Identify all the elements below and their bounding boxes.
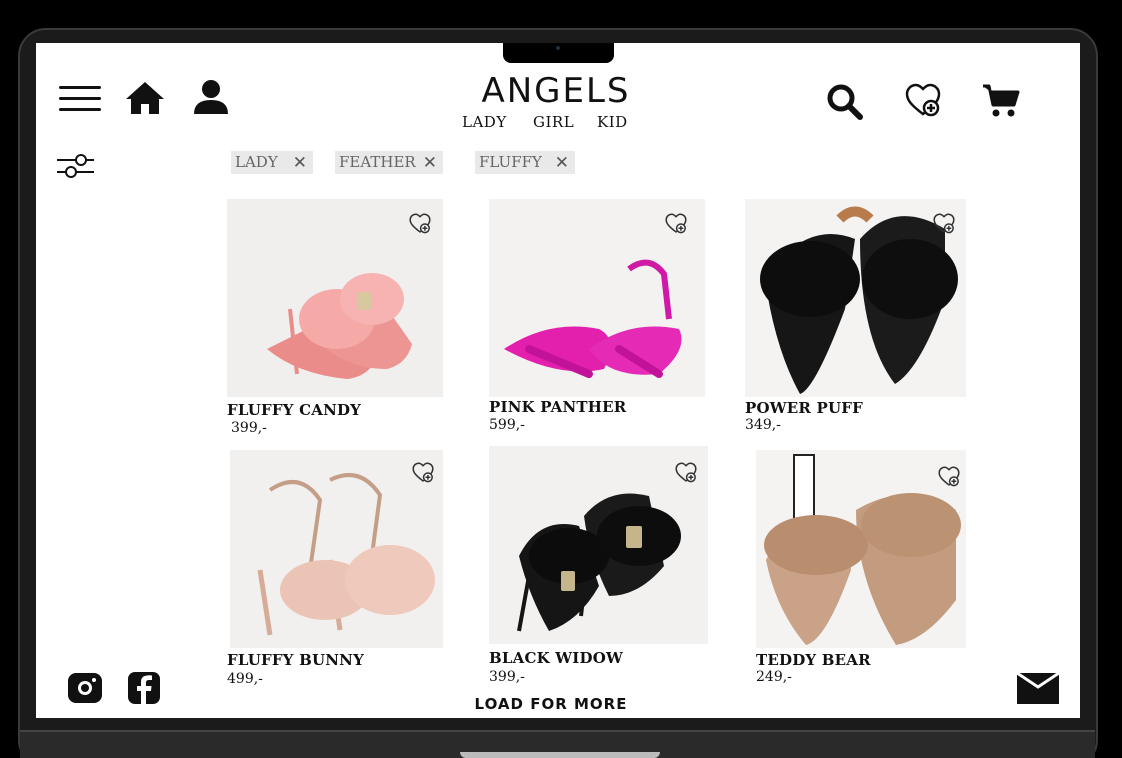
sliders-icon[interactable]	[56, 151, 96, 181]
product-image[interactable]	[227, 199, 443, 397]
load-more-button[interactable]: LOAD FOR MORE	[466, 695, 636, 713]
mail-icon[interactable]	[1016, 671, 1060, 704]
facebook-icon[interactable]	[127, 671, 161, 705]
heart-plus-icon[interactable]	[409, 213, 431, 235]
webcam	[503, 43, 614, 63]
filter-chip-lady: LADY ✕	[231, 151, 313, 174]
home-icon[interactable]	[124, 80, 166, 116]
brand-logo[interactable]: ANGELS	[476, 71, 636, 111]
close-icon[interactable]: ✕	[423, 153, 437, 173]
heart-plus-icon[interactable]	[938, 466, 960, 488]
filter-chip-label: FEATHER	[339, 153, 416, 171]
user-icon[interactable]	[193, 79, 229, 115]
product-name[interactable]: FLUFFY CANDY	[227, 401, 361, 419]
filter-chip-feather: FEATHER ✕	[335, 151, 443, 174]
search-icon[interactable]	[826, 83, 864, 121]
filter-chip-label: LADY	[235, 153, 278, 171]
nav-girl[interactable]: GIRL	[533, 113, 574, 131]
heart-plus-icon[interactable]	[412, 462, 434, 484]
instagram-icon[interactable]	[67, 672, 103, 704]
filter-chip-fluffy: FLUFFY ✕	[475, 151, 575, 174]
product-price: 349,-	[745, 417, 781, 433]
heart-plus-icon[interactable]	[933, 213, 955, 235]
product-price: 399,-	[231, 420, 267, 436]
product-image[interactable]	[756, 450, 966, 648]
product-price: 249,-	[756, 669, 792, 685]
heart-plus-icon[interactable]	[905, 83, 941, 119]
product-name[interactable]: FLUFFY BUNNY	[227, 651, 364, 669]
filter-chip-label: FLUFFY	[479, 153, 542, 171]
product-name[interactable]: PINK PANTHER	[489, 398, 626, 416]
cart-icon[interactable]	[982, 83, 1020, 119]
product-image[interactable]	[489, 199, 705, 397]
product-price: 399,-	[489, 669, 525, 685]
screen: ANGELS LADY GIRL KID LADY ✕ FEATHER ✕ FL…	[36, 43, 1080, 718]
close-icon[interactable]: ✕	[555, 153, 569, 173]
nav-kid[interactable]: KID	[597, 113, 628, 131]
laptop-hinge	[460, 752, 660, 758]
product-image[interactable]	[745, 199, 966, 397]
product-image[interactable]	[230, 450, 443, 648]
heart-plus-icon[interactable]	[665, 213, 687, 235]
product-name[interactable]: POWER PUFF	[745, 399, 863, 417]
product-price: 499,-	[227, 671, 263, 687]
product-price: 599,-	[489, 417, 525, 433]
product-name[interactable]: BLACK WIDOW	[489, 649, 623, 667]
nav-lady[interactable]: LADY	[462, 113, 507, 131]
hamburger-icon[interactable]	[59, 86, 101, 114]
product-name[interactable]: TEDDY BEAR	[756, 651, 871, 669]
heart-plus-icon[interactable]	[675, 462, 697, 484]
close-icon[interactable]: ✕	[293, 153, 307, 173]
product-image[interactable]	[489, 446, 708, 644]
